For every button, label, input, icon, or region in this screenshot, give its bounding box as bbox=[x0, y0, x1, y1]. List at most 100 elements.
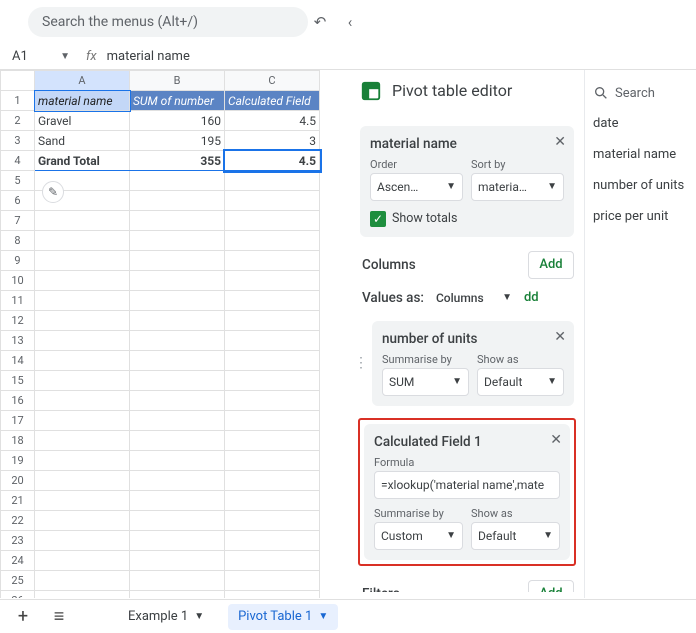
name-box-value: A1 bbox=[12, 49, 28, 64]
add-values-button[interactable]: dd bbox=[524, 290, 539, 305]
sheet-tabs-bar: + ≡ Example 1▼ Pivot Table 1▼ bbox=[0, 599, 696, 633]
cell[interactable]: 195 bbox=[130, 131, 225, 151]
show-totals-checkbox[interactable]: ✓ Show totals bbox=[370, 211, 564, 227]
row-header[interactable]: 9 bbox=[1, 251, 35, 271]
value-card-calculated-field: Calculated Field 1 ✕ Formula =xlookup('m… bbox=[364, 424, 570, 560]
chevron-down-icon: ▼ bbox=[543, 530, 553, 541]
cell-total-label[interactable]: Grand Total bbox=[35, 151, 130, 171]
row-header[interactable]: 3 bbox=[1, 131, 35, 151]
fields-panel: Search date material name number of unit… bbox=[584, 70, 696, 598]
cell[interactable]: Gravel bbox=[35, 111, 130, 131]
cell-c1[interactable]: Calculated Field bbox=[225, 91, 320, 111]
summarise-dropdown[interactable]: SUM▼ bbox=[382, 368, 469, 396]
row-header[interactable]: 18 bbox=[1, 431, 35, 451]
all-sheets-button[interactable]: ≡ bbox=[48, 606, 70, 627]
sortby-dropdown[interactable]: materia…▼ bbox=[471, 173, 564, 201]
order-label: Order bbox=[370, 158, 463, 171]
summarise-label: Summarise by bbox=[374, 507, 463, 520]
chevron-down-icon: ▼ bbox=[446, 530, 456, 541]
cell[interactable]: Sand bbox=[35, 131, 130, 151]
edit-pivot-button[interactable]: ✎ bbox=[42, 181, 64, 203]
row-header[interactable]: 8 bbox=[1, 231, 35, 251]
search-menus-placeholder: Search the menus (Alt+/) bbox=[42, 14, 198, 30]
cell[interactable]: 3 bbox=[225, 131, 320, 151]
row-header[interactable]: 19 bbox=[1, 451, 35, 471]
row-header[interactable]: 15 bbox=[1, 371, 35, 391]
col-header-b[interactable]: B bbox=[130, 71, 225, 91]
pivot-table-icon bbox=[360, 80, 382, 102]
cell-total-c[interactable]: 4.5 bbox=[225, 151, 320, 171]
fields-search-input[interactable]: Search bbox=[593, 78, 694, 108]
col-header-a[interactable]: A bbox=[35, 71, 130, 91]
cell-a1[interactable]: material name bbox=[35, 91, 130, 111]
add-columns-button[interactable]: Add bbox=[528, 251, 574, 279]
toolbar-collapse-button[interactable]: ‹ bbox=[338, 10, 362, 34]
rows-card-material-name: material name ✕ Order Ascen…▼ Sort by ma… bbox=[360, 126, 574, 237]
drag-handle-icon[interactable]: ⋮ bbox=[354, 355, 368, 371]
tab-pivot-table-1[interactable]: Pivot Table 1▼ bbox=[228, 604, 338, 630]
row-header[interactable]: 11 bbox=[1, 291, 35, 311]
top-toolbar: Search the menus (Alt+/) ↶ ‹ bbox=[0, 0, 696, 44]
row-header[interactable]: 25 bbox=[1, 571, 35, 591]
close-icon[interactable]: ✕ bbox=[550, 432, 562, 448]
spreadsheet-grid[interactable]: A B C 1 material name SUM of number Calc… bbox=[0, 70, 354, 598]
row-header[interactable]: 2 bbox=[1, 111, 35, 131]
values-section: Values as: Columns▼ dd bbox=[354, 281, 580, 313]
formula-input[interactable]: =xlookup('material name',mate bbox=[374, 471, 560, 499]
col-header-c[interactable]: C bbox=[225, 71, 320, 91]
formula-bar-value[interactable]: material name bbox=[107, 49, 190, 64]
chevron-down-icon: ▼ bbox=[318, 611, 328, 622]
row-header[interactable]: 6 bbox=[1, 191, 35, 211]
row-header[interactable]: 14 bbox=[1, 351, 35, 371]
add-filters-button[interactable]: Add bbox=[528, 580, 574, 592]
row-header[interactable]: 10 bbox=[1, 271, 35, 291]
row-header[interactable]: 21 bbox=[1, 491, 35, 511]
field-item-material-name[interactable]: material name bbox=[593, 139, 694, 170]
showas-label: Show as bbox=[477, 353, 564, 366]
row-header[interactable]: 13 bbox=[1, 331, 35, 351]
row-header[interactable]: 20 bbox=[1, 471, 35, 491]
chevron-down-icon: ▼ bbox=[446, 181, 456, 192]
row-header[interactable]: 7 bbox=[1, 211, 35, 231]
formula-label: Formula bbox=[374, 456, 560, 469]
close-icon[interactable]: ✕ bbox=[554, 134, 566, 150]
field-item-price-per-unit[interactable]: price per unit bbox=[593, 201, 694, 232]
field-item-number-of-units[interactable]: number of units bbox=[593, 170, 694, 201]
row-header[interactable]: 26 bbox=[1, 591, 35, 599]
calc-card-title: Calculated Field 1 bbox=[374, 434, 560, 450]
name-box[interactable]: A1 ▼ bbox=[6, 46, 76, 68]
cell[interactable]: 4.5 bbox=[225, 111, 320, 131]
row-header[interactable]: 5 bbox=[1, 171, 35, 191]
search-icon bbox=[593, 85, 609, 101]
show-totals-label: Show totals bbox=[392, 211, 457, 226]
cell-b1[interactable]: SUM of number bbox=[130, 91, 225, 111]
formula-row: A1 ▼ fx material name bbox=[0, 44, 696, 70]
close-icon[interactable]: ✕ bbox=[554, 329, 566, 345]
showas-dropdown[interactable]: Default▼ bbox=[471, 522, 560, 550]
row-header[interactable]: 17 bbox=[1, 411, 35, 431]
checkmark-icon: ✓ bbox=[370, 211, 386, 227]
field-item-date[interactable]: date bbox=[593, 108, 694, 139]
row-header[interactable]: 24 bbox=[1, 551, 35, 571]
cell[interactable]: 160 bbox=[130, 111, 225, 131]
tab-example-1[interactable]: Example 1▼ bbox=[118, 604, 214, 630]
value-card-number-of-units: number of units ✕ Summarise by SUM▼ Show… bbox=[372, 321, 574, 406]
row-header[interactable]: 1 bbox=[1, 91, 35, 111]
row-header[interactable]: 22 bbox=[1, 511, 35, 531]
row-header[interactable]: 23 bbox=[1, 531, 35, 551]
values-mode-dropdown[interactable]: Columns▼ bbox=[430, 285, 518, 311]
row-header[interactable]: 12 bbox=[1, 311, 35, 331]
add-sheet-button[interactable]: + bbox=[12, 606, 34, 627]
order-dropdown[interactable]: Ascen…▼ bbox=[370, 173, 463, 201]
row-header[interactable]: 4 bbox=[1, 151, 35, 171]
summarise-dropdown[interactable]: Custom▼ bbox=[374, 522, 463, 550]
filters-section: Filters Add bbox=[354, 574, 580, 592]
row-header[interactable]: 16 bbox=[1, 391, 35, 411]
undo-button[interactable]: ↶ bbox=[308, 10, 332, 34]
sortby-label: Sort by bbox=[471, 158, 564, 171]
cell-total-b[interactable]: 355 bbox=[130, 151, 225, 171]
pivot-editor: Pivot table editor material name ✕ Order… bbox=[354, 70, 584, 598]
showas-dropdown[interactable]: Default▼ bbox=[477, 368, 564, 396]
fx-label: fx bbox=[86, 49, 97, 64]
search-menus-input[interactable]: Search the menus (Alt+/) bbox=[28, 7, 308, 37]
